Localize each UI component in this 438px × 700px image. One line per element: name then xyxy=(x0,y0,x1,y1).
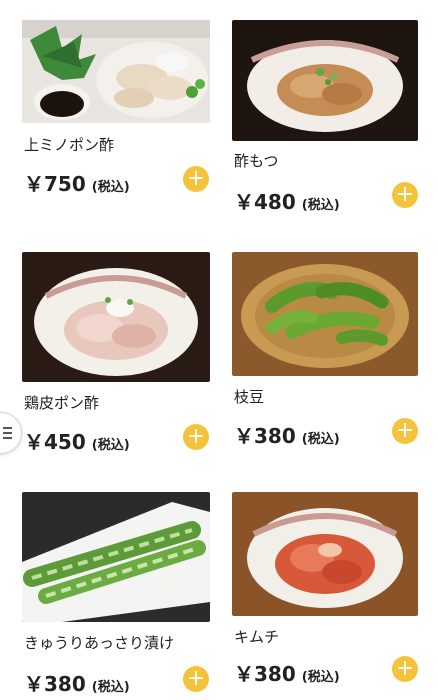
currency-symbol: ￥ xyxy=(234,190,254,214)
add-to-cart-button[interactable]: + xyxy=(183,666,209,692)
food-photo[interactable] xyxy=(22,492,210,622)
price-value: 380 xyxy=(254,662,296,686)
price-value: 380 xyxy=(44,672,86,696)
food-photo[interactable] xyxy=(22,252,210,382)
add-to-cart-button[interactable]: + xyxy=(183,424,209,450)
item-price: ￥380 (税込) xyxy=(234,420,340,449)
item-name: きゅうりあっさり漬け xyxy=(24,634,175,652)
item-name: 上ミノポン酢 xyxy=(24,136,115,154)
item-name: 枝豆 xyxy=(234,388,265,406)
add-to-cart-button[interactable]: + xyxy=(392,656,418,682)
food-photo[interactable] xyxy=(232,20,418,141)
item-price: ￥380 (税込) xyxy=(24,668,130,697)
food-photo[interactable] xyxy=(232,252,418,376)
tax-label: (税込) xyxy=(91,680,130,695)
price-value: 380 xyxy=(254,424,296,448)
currency-symbol: ￥ xyxy=(24,672,44,696)
price-value: 750 xyxy=(44,172,86,196)
tax-label: (税込) xyxy=(301,198,340,213)
tax-label: (税込) xyxy=(301,432,340,447)
tax-label: (税込) xyxy=(91,438,130,453)
currency-symbol: ￥ xyxy=(234,662,254,686)
item-name: キムチ xyxy=(234,628,280,646)
item-name: 鶏皮ポン酢 xyxy=(24,394,100,412)
hamburger-icon xyxy=(3,427,12,442)
item-price: ￥480 (税込) xyxy=(234,186,340,215)
price-value: 480 xyxy=(254,190,296,214)
currency-symbol: ￥ xyxy=(24,430,44,454)
add-to-cart-button[interactable]: + xyxy=(392,182,418,208)
menu-toggle-button[interactable] xyxy=(0,412,22,454)
price-value: 450 xyxy=(44,430,86,454)
tax-label: (税込) xyxy=(301,670,340,685)
item-name: 酢もつ xyxy=(234,152,279,170)
currency-symbol: ￥ xyxy=(24,172,44,196)
add-to-cart-button[interactable]: + xyxy=(183,166,209,192)
item-price: ￥750 (税込) xyxy=(24,168,130,197)
food-photo[interactable] xyxy=(232,492,418,616)
item-price: ￥380 (税込) xyxy=(234,658,340,687)
currency-symbol: ￥ xyxy=(234,424,254,448)
item-price: ￥450 (税込) xyxy=(24,426,130,455)
tax-label: (税込) xyxy=(91,180,130,195)
add-to-cart-button[interactable]: + xyxy=(392,418,418,444)
food-photo[interactable] xyxy=(22,20,210,123)
